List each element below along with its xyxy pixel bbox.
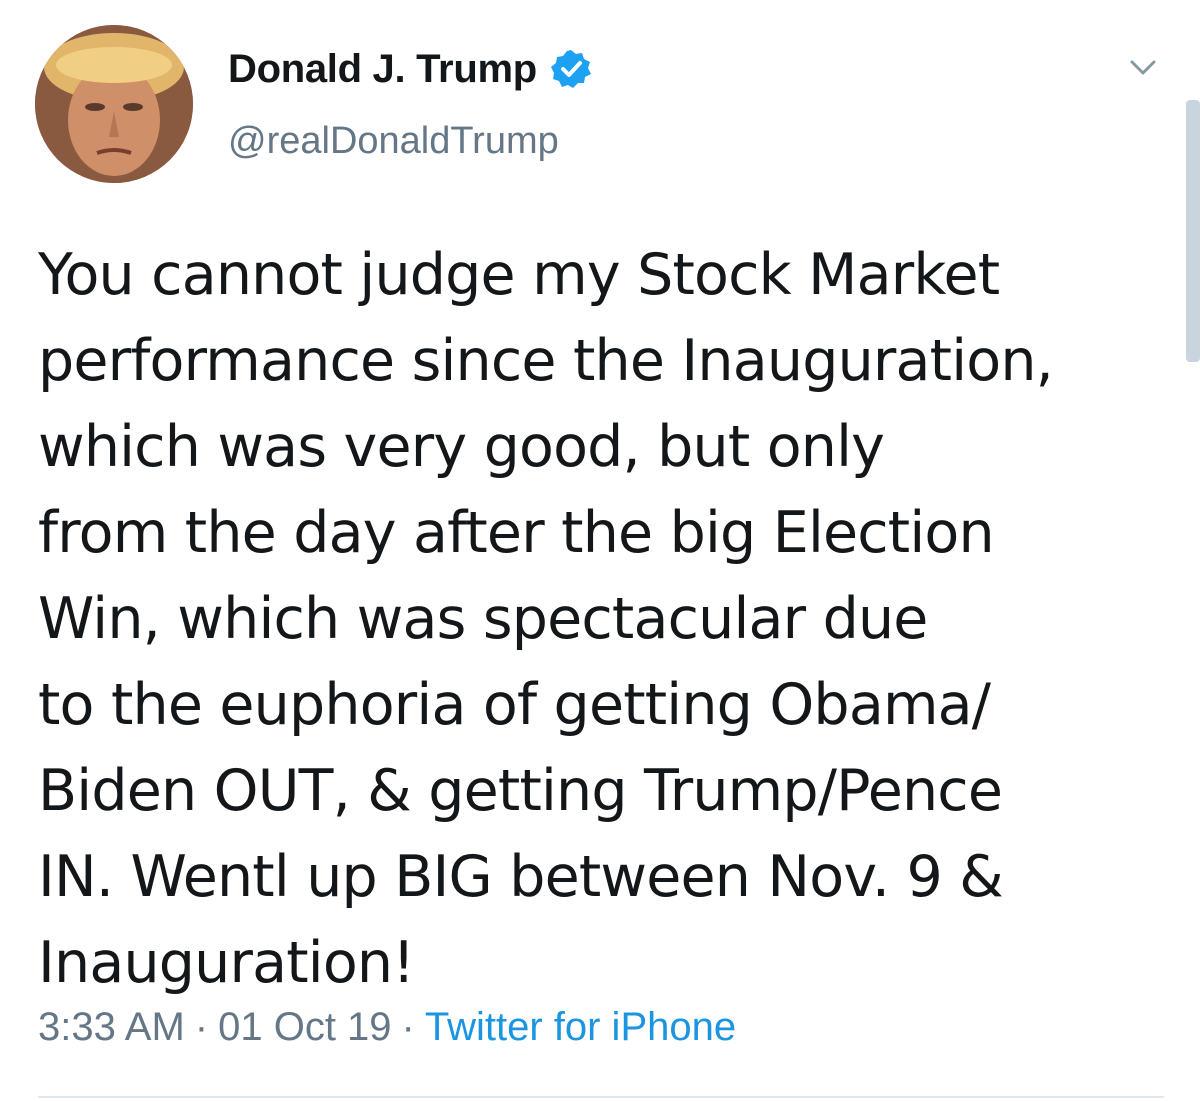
tweet-text-line: Win, which was spectacular due xyxy=(38,586,928,652)
tweet-text-line: from the day after the big Election xyxy=(38,500,995,566)
tweet-source-link[interactable]: Twitter for iPhone xyxy=(425,1005,736,1049)
tweet-text-line: to the euphoria of getting Obama/ xyxy=(38,672,991,738)
author-display-name[interactable]: Donald J. Trump xyxy=(228,47,537,92)
tweet-text-line: which was very good, but only xyxy=(38,414,885,480)
tweet-text-line: Biden OUT, & getting Trump/Pence xyxy=(38,758,1003,824)
divider xyxy=(38,1096,1164,1098)
meta-separator: · xyxy=(401,1005,415,1049)
tweet-text-line: performance since the Inauguration, xyxy=(38,328,1054,394)
chevron-down-icon[interactable] xyxy=(1128,52,1158,82)
tweet-text-line: IN. Wentl up BIG between Nov. 9 & xyxy=(38,844,1004,910)
tweet-time[interactable]: 3:33 AM xyxy=(38,1005,185,1049)
avatar[interactable] xyxy=(35,25,193,183)
tweet-text: You cannot judge my Stock Market perform… xyxy=(38,232,1158,1006)
tweet-text-line: Inauguration! xyxy=(38,930,415,996)
meta-separator: · xyxy=(194,1005,209,1049)
tweet-meta: 3:33 AM · 01 Oct 19 · Twitter for iPhone xyxy=(38,1005,736,1050)
author-name-row[interactable]: Donald J. Trump xyxy=(228,44,591,94)
verified-badge-icon xyxy=(550,50,591,88)
tweet-text-line: You cannot judge my Stock Market xyxy=(38,242,1000,308)
tweet-card: Donald J. Trump @realDonaldTrump You can… xyxy=(0,0,1200,1101)
scrollbar[interactable] xyxy=(1186,100,1200,362)
tweet-date[interactable]: 01 Oct 19 xyxy=(218,1005,391,1049)
author-handle[interactable]: @realDonaldTrump xyxy=(228,120,559,163)
